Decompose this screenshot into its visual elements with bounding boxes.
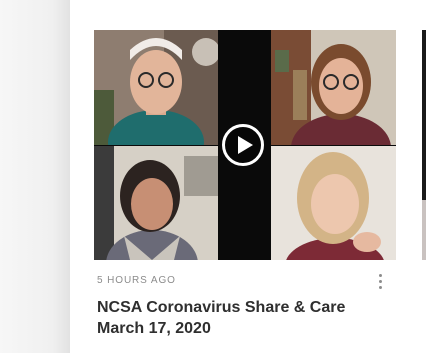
- page-left-gutter: [0, 0, 70, 353]
- participant-tile-4: [271, 146, 396, 260]
- video-thumbnail[interactable]: [94, 30, 396, 260]
- participant-tile-3: [94, 146, 218, 260]
- participant-tile-1: [94, 30, 218, 145]
- more-vertical-icon[interactable]: [374, 271, 388, 291]
- play-icon[interactable]: [221, 123, 265, 167]
- timestamp: 5 HOURS AGO: [97, 275, 176, 286]
- next-video-thumbnail-lower: [422, 200, 426, 260]
- video-title[interactable]: NCSA Coronavirus Share & Care March 17, …: [97, 297, 397, 339]
- video-title-line-1: NCSA Coronavirus Share & Care: [97, 299, 346, 316]
- participant-tile-2: [271, 30, 396, 145]
- video-title-line-2: March 17, 2020: [97, 320, 211, 337]
